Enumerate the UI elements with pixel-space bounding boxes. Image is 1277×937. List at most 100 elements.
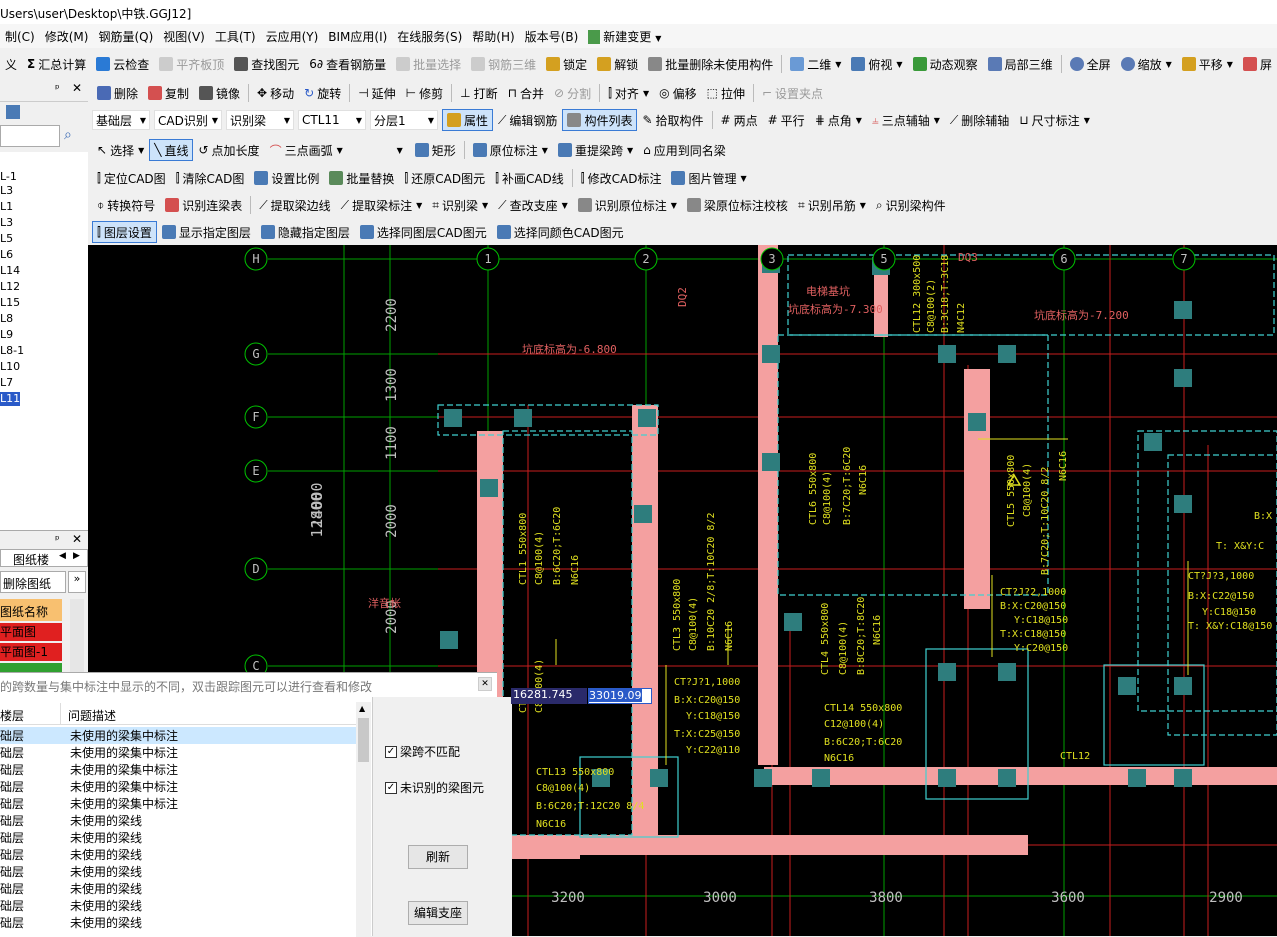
tree-item[interactable]: L14 bbox=[0, 264, 20, 278]
component-select[interactable]: CTL11 ▼ bbox=[298, 110, 366, 130]
menu-cloud[interactable]: 云应用(Y) bbox=[261, 28, 324, 45]
list-item[interactable]: 础层 未使用的梁线 bbox=[0, 829, 356, 846]
tb-trim[interactable]: ⊢ 修剪 bbox=[401, 82, 448, 104]
tb-screen[interactable]: 屏 bbox=[1238, 53, 1277, 75]
tb-point-length[interactable]: ↺ 点加长度 bbox=[193, 139, 264, 161]
tab-next-icon[interactable]: ▶ bbox=[73, 551, 80, 561]
tree-item[interactable]: L8 bbox=[0, 312, 13, 326]
delete-drawing-button[interactable]: 删除图纸 bbox=[0, 571, 66, 593]
menu-draw[interactable]: 制(C) bbox=[0, 28, 40, 45]
tb-redraw-cad[interactable]: ⫿ 补画CAD线 bbox=[490, 167, 569, 189]
edit-support-button[interactable]: 编辑支座 bbox=[408, 901, 468, 925]
tree-item-selected[interactable]: L11 bbox=[0, 392, 20, 406]
list-item[interactable]: 础层 未使用的梁线 bbox=[0, 914, 356, 931]
tree-view-icon[interactable] bbox=[6, 105, 20, 119]
tb-cloud-check[interactable]: 云检查 bbox=[91, 53, 154, 75]
menu-online[interactable]: 在线服务(S) bbox=[392, 28, 467, 45]
tb-check-support[interactable]: ⟋ 查改支座 ▼ bbox=[493, 194, 573, 216]
tb-batch-replace[interactable]: 批量替换 bbox=[324, 167, 399, 189]
tb-pick-component[interactable]: ✎ 拾取构件 bbox=[637, 109, 708, 131]
cad-recog-select[interactable]: CAD识别 ▼ bbox=[154, 110, 222, 130]
tb-image-manage[interactable]: 图片管理 ▼ bbox=[666, 167, 751, 189]
tb-lock[interactable]: 锁定 bbox=[541, 53, 592, 75]
tb-zoom[interactable]: 缩放 ▼ bbox=[1116, 53, 1177, 75]
tb-line[interactable]: ╲ 直线 bbox=[149, 139, 194, 161]
tb-align-slab[interactable]: 平齐板顶 bbox=[154, 53, 229, 75]
tb-recog-inplace[interactable]: 识别原位标注 ▼ bbox=[573, 194, 682, 216]
close-icon[interactable]: ✕ bbox=[478, 677, 492, 691]
tb-rectangle[interactable]: 矩形 bbox=[410, 139, 461, 161]
tree-item[interactable]: L8-1 bbox=[0, 344, 24, 358]
tb-delete-aux-axis[interactable]: ⟋ 删除辅轴 bbox=[945, 109, 1014, 131]
layer-select[interactable]: 分层1 ▼ bbox=[370, 110, 438, 130]
list-item[interactable]: 础层 未使用的梁集中标注 bbox=[0, 778, 356, 795]
drawing-item[interactable]: 平面图 bbox=[0, 623, 62, 641]
tb-properties[interactable]: 属性 bbox=[442, 109, 494, 131]
menu-new-change[interactable]: 新建变更 ▼ bbox=[583, 28, 666, 45]
tb-local-3d[interactable]: 局部三维 bbox=[983, 53, 1058, 75]
tb-locate-cad[interactable]: ⫿ 定位CAD图 bbox=[92, 167, 171, 189]
tree-item[interactable]: L7 bbox=[0, 376, 13, 390]
tb-orbit[interactable]: 动态观察 bbox=[908, 53, 983, 75]
tb-dimension[interactable]: ⊔ 尺寸标注 ▼ bbox=[1014, 109, 1095, 131]
tb-copy[interactable]: 复制 bbox=[143, 82, 194, 104]
menu-help[interactable]: 帮助(H) bbox=[467, 28, 519, 45]
tb-batch-delete-unused[interactable]: 批量删除未使用构件 bbox=[643, 53, 778, 75]
recog-beam-select[interactable]: 识别梁 ▼ bbox=[226, 110, 294, 130]
menu-view[interactable]: 视图(V) bbox=[158, 28, 210, 45]
scrollbar-thumb[interactable] bbox=[358, 718, 369, 762]
menu-bim[interactable]: BIM应用(I) bbox=[323, 28, 392, 45]
list-item[interactable]: 础层 未使用的梁线 bbox=[0, 880, 356, 897]
list-item[interactable]: 础层 未使用的梁集中标注 bbox=[0, 795, 356, 812]
tb-split[interactable]: ⊘ 分割 bbox=[549, 82, 596, 104]
tree-item[interactable]: L5 bbox=[0, 232, 13, 246]
more-icon[interactable]: » bbox=[68, 571, 86, 593]
tree-item[interactable]: L12 bbox=[0, 280, 20, 294]
tree-item[interactable]: L15 bbox=[0, 296, 20, 310]
list-item[interactable]: 础层 未使用的梁线 bbox=[0, 897, 356, 914]
drawing-item[interactable]: 平面图-1 bbox=[0, 643, 62, 661]
tb-select[interactable]: ↖ 选择 ▼ bbox=[92, 139, 149, 161]
chk-unrecognized[interactable]: ✓ 未识别的梁图元 bbox=[385, 779, 484, 796]
pin-icon[interactable]: ᵖ bbox=[55, 533, 60, 546]
tb-view-rebar[interactable]: 6∂ 查看钢筋量 bbox=[304, 53, 391, 75]
tb-parallel[interactable]: # 平行 bbox=[763, 109, 810, 131]
col-floor-header[interactable]: 楼层 bbox=[0, 707, 24, 724]
list-item[interactable]: 础层 未使用的梁线 bbox=[0, 863, 356, 880]
tb-fullscreen[interactable]: 全屏 bbox=[1065, 53, 1116, 75]
refresh-button[interactable]: 刷新 bbox=[408, 845, 468, 869]
list-item[interactable]: 础层 未使用的梁集中标注 bbox=[0, 761, 356, 778]
tb-hide-layer[interactable]: 隐藏指定图层 bbox=[256, 221, 355, 243]
tb-clear-cad[interactable]: ⫿ 清除CAD图 bbox=[171, 167, 250, 189]
tab-drawing-floor[interactable]: 图纸楼 bbox=[13, 551, 49, 568]
issues-scrollbar[interactable]: ▲ bbox=[356, 702, 371, 936]
close-icon[interactable]: ✕ bbox=[72, 81, 82, 95]
tree-item[interactable]: L1 bbox=[0, 200, 13, 214]
tb-mirror[interactable]: 镜像 bbox=[194, 82, 245, 104]
tb-modify-cad-label[interactable]: ⫿ 修改CAD标注 bbox=[576, 167, 667, 189]
tree-item[interactable]: L3 bbox=[0, 184, 13, 198]
tb-recog-link-beam-table[interactable]: 识别连梁表 bbox=[160, 194, 247, 216]
floor-select[interactable]: 基础层 ▼ bbox=[92, 110, 150, 130]
tb-select-same-layer[interactable]: 选择同图层CAD图元 bbox=[355, 221, 492, 243]
tb-convert-symbol[interactable]: ⌽ 转换符号 bbox=[92, 194, 160, 216]
tb-break[interactable]: ⊥ 打断 bbox=[455, 82, 502, 104]
tb-define[interactable]: 义 bbox=[0, 53, 22, 75]
tb-beam-inplace-check[interactable]: 梁原位标注校核 bbox=[682, 194, 793, 216]
tb-2d[interactable]: 二维 ▼ bbox=[785, 53, 846, 75]
tb-batch-select[interactable]: 批量选择 bbox=[391, 53, 466, 75]
col-issue-header[interactable]: 问题描述 bbox=[68, 707, 116, 724]
list-item[interactable]: 础层 未使用的梁线 bbox=[0, 812, 356, 829]
tb-offset[interactable]: ◎ 偏移 bbox=[654, 82, 702, 104]
tb-show-layer[interactable]: 显示指定图层 bbox=[157, 221, 256, 243]
component-search-input[interactable] bbox=[0, 125, 60, 147]
tb-extract-beam-label[interactable]: ⟋ 提取梁标注 ▼ bbox=[336, 194, 428, 216]
tb-select-same-color[interactable]: 选择同颜色CAD图元 bbox=[492, 221, 629, 243]
tb-set-grip[interactable]: ⌐ 设置夹点 bbox=[757, 82, 828, 104]
tb-inplace-annotation[interactable]: 原位标注 ▼ bbox=[468, 139, 553, 161]
tb-rotate[interactable]: ↻ 旋转 bbox=[299, 82, 346, 104]
tb-stretch[interactable]: ⬚ 拉伸 bbox=[702, 82, 750, 104]
coord-y-input[interactable]: 33019.09 bbox=[588, 688, 652, 704]
tree-item[interactable]: L9 bbox=[0, 328, 13, 342]
tb-set-scale[interactable]: 设置比例 bbox=[249, 167, 324, 189]
